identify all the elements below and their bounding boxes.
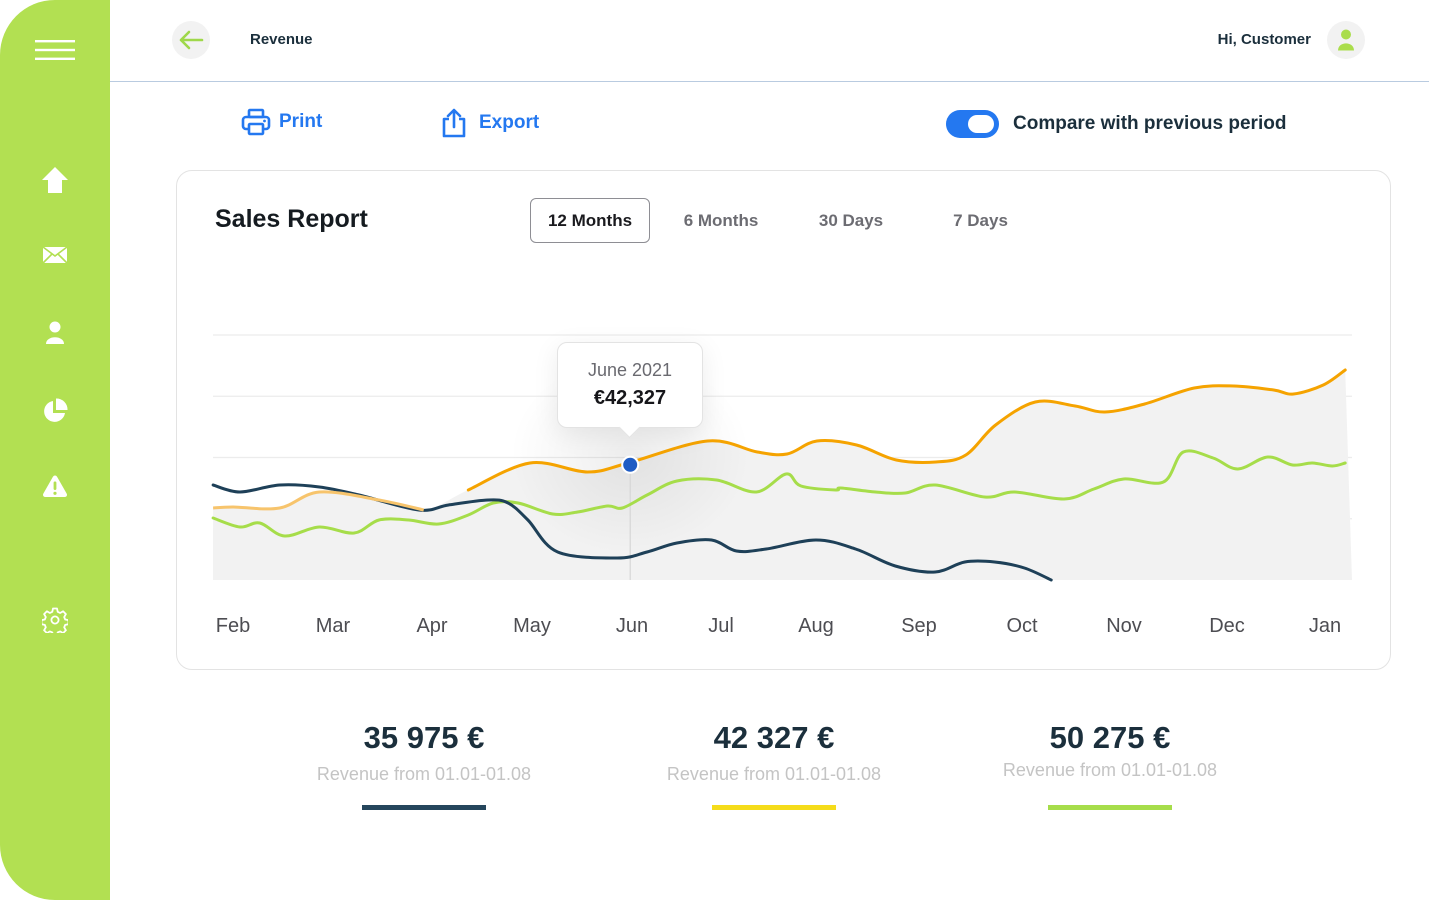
chart-tooltip: June 2021 €42,327 <box>557 342 703 428</box>
x-tick-label: Jan <box>1309 615 1341 637</box>
stat-color-bar <box>362 805 486 810</box>
x-tick-label: Aug <box>798 615 834 637</box>
stat-value: 42 327 € <box>713 720 835 755</box>
x-tick-label: Dec <box>1209 615 1245 637</box>
stat-color-bar <box>712 805 836 810</box>
x-tick-label: Apr <box>416 615 447 637</box>
stat-current: 42 327 € Revenue from 01.01-01.08 <box>624 720 924 810</box>
stat-label: Revenue from 01.01-01.08 <box>316 764 532 784</box>
tooltip-date: June 2021 <box>587 360 673 380</box>
x-tick-label: Jul <box>708 615 734 637</box>
x-tick-label: May <box>513 615 551 637</box>
x-tick-label: Sep <box>901 615 937 637</box>
stat-label: Revenue from 01.01-01.08 <box>666 764 882 784</box>
stat-label: Revenue from 01.01-01.08 <box>1002 760 1218 780</box>
tooltip-value: €42,327 <box>593 387 667 409</box>
x-tick-label: Feb <box>216 615 250 637</box>
x-tick-label: Mar <box>316 615 351 637</box>
highlight-point[interactable] <box>621 455 640 474</box>
stat-comparison: 35 975 € Revenue from 01.01-01.08 <box>274 720 574 810</box>
stat-value: 50 275 € <box>1049 720 1171 755</box>
x-tick-label: Oct <box>1006 615 1038 637</box>
x-tick-label: Jun <box>616 615 648 637</box>
stat-color-bar <box>1048 805 1172 810</box>
stat-previous: 50 275 € Revenue from 01.01-01.08 <box>960 720 1260 810</box>
x-tick-label: Nov <box>1106 615 1142 637</box>
stat-value: 35 975 € <box>363 720 485 755</box>
